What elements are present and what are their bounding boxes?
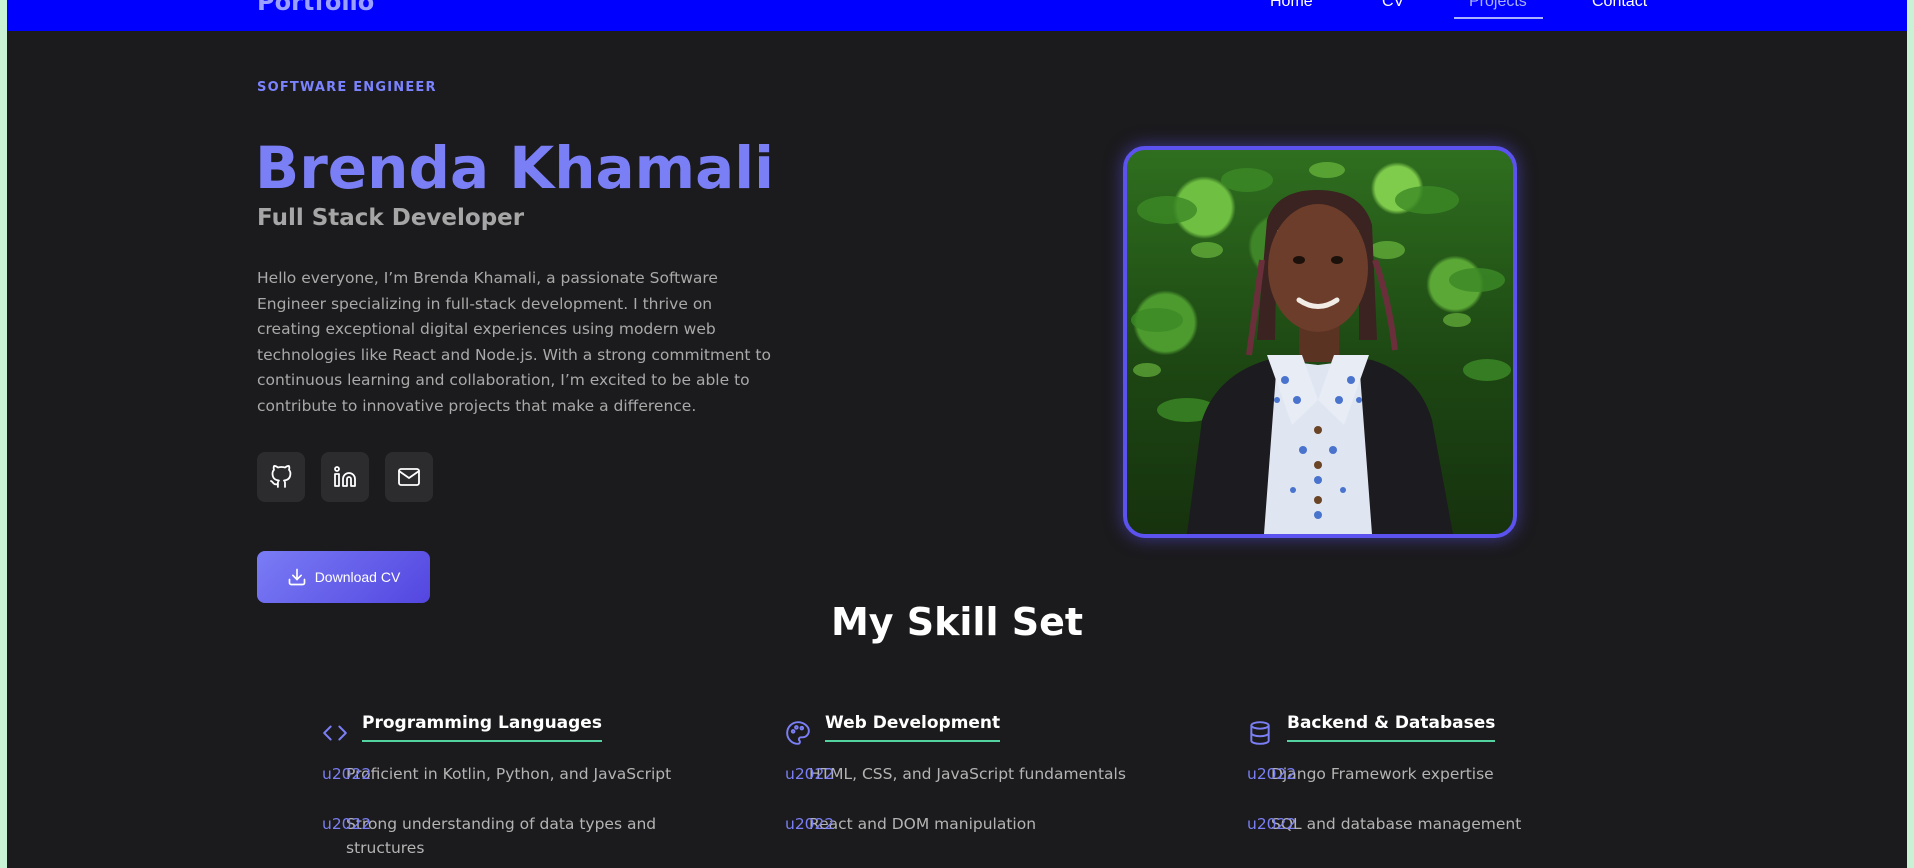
hero-role: Full Stack Developer: [257, 205, 525, 231]
hero-bio: Hello everyone, I’m Brenda Khamali, a pa…: [257, 269, 771, 415]
nav-link-contact[interactable]: Contact: [1592, 0, 1647, 12]
brand-logo[interactable]: Portfolio: [257, 0, 374, 14]
portrait-illustration: [1131, 162, 1511, 534]
linkedin-icon: [334, 466, 356, 487]
skill-bullet: u2022: [322, 815, 372, 833]
nav-link-home[interactable]: Home: [1270, 0, 1382, 12]
skill-item: u2022 HTML, CSS, and JavaScript fundamen…: [785, 762, 1185, 786]
skill-card-web: Web Development u2022 HTML, CSS, and Jav…: [785, 712, 1185, 836]
code-icon: [322, 720, 348, 746]
skill-item: u2022 Proficient in Kotlin, Python, and …: [322, 762, 722, 786]
top-nav: Portfolio Home CV Projects Contact: [7, 0, 1907, 31]
skill-list: u2022 HTML, CSS, and JavaScript fundamen…: [785, 762, 1185, 836]
skill-bullet: u2022: [785, 815, 835, 833]
page: Portfolio Home CV Projects Contact SOFTW…: [7, 0, 1907, 868]
window-gutter: [1907, 0, 1914, 868]
github-icon: [270, 465, 292, 488]
skills-title: My Skill Set: [830, 600, 1084, 644]
download-cv-label: Download CV: [314, 569, 401, 585]
skill-card-title: Programming Languages: [362, 712, 602, 742]
github-link[interactable]: [257, 452, 305, 502]
skill-item: u2022 SQL and database management: [1247, 812, 1647, 836]
skill-text: HTML, CSS, and JavaScript fundamentals: [809, 765, 1126, 783]
skill-item: u2022 Django Framework expertise: [1247, 762, 1647, 786]
skill-list: u2022 Proficient in Kotlin, Python, and …: [322, 762, 722, 860]
hero-eyebrow: SOFTWARE ENGINEER: [257, 80, 437, 95]
social-links: [257, 452, 433, 502]
skill-card-header: Web Development: [785, 712, 1185, 746]
nav-link-cv[interactable]: CV: [1382, 0, 1469, 12]
skill-item: u2022 React and DOM manipulation: [785, 812, 1185, 836]
download-cv-button[interactable]: Download CV: [257, 551, 430, 603]
skill-text: Strong understanding of data types and s…: [346, 815, 657, 857]
skill-bullet: u2022: [785, 765, 835, 783]
skill-text: Proficient in Kotlin, Python, and JavaSc…: [346, 765, 672, 783]
skill-bullet: u2022: [1247, 815, 1297, 833]
skill-card-title: Backend & Databases: [1287, 712, 1496, 742]
linkedin-link[interactable]: [321, 452, 369, 502]
skill-text: React and DOM manipulation: [809, 815, 1037, 833]
skill-card-title: Web Development: [825, 712, 1001, 742]
skill-text: SQL and database management: [1271, 815, 1522, 833]
hero-name: Brenda Khamali: [255, 134, 774, 202]
mail-icon: [398, 468, 420, 486]
email-link[interactable]: [385, 452, 433, 502]
nav-links: Home CV Projects Contact: [1270, 0, 1647, 19]
skill-bullet: u2022: [322, 765, 372, 783]
profile-photo: [1123, 146, 1517, 538]
skill-card-programming: Programming Languages u2022 Proficient i…: [322, 712, 722, 860]
database-icon: [1247, 720, 1273, 746]
skill-card-header: Backend & Databases: [1247, 712, 1647, 746]
download-icon: [288, 568, 306, 586]
skill-list: u2022 Django Framework expertise u2022 S…: [1247, 762, 1647, 836]
skill-item: u2022 Strong understanding of data types…: [322, 812, 722, 860]
palette-icon: [785, 720, 811, 746]
nav-link-projects[interactable]: Projects: [1454, 0, 1592, 19]
skill-card-backend: Backend & Databases u2022 Django Framewo…: [1247, 712, 1647, 836]
skill-text: Django Framework expertise: [1271, 765, 1494, 783]
skill-card-header: Programming Languages: [322, 712, 722, 746]
skill-bullet: u2022: [1247, 765, 1297, 783]
